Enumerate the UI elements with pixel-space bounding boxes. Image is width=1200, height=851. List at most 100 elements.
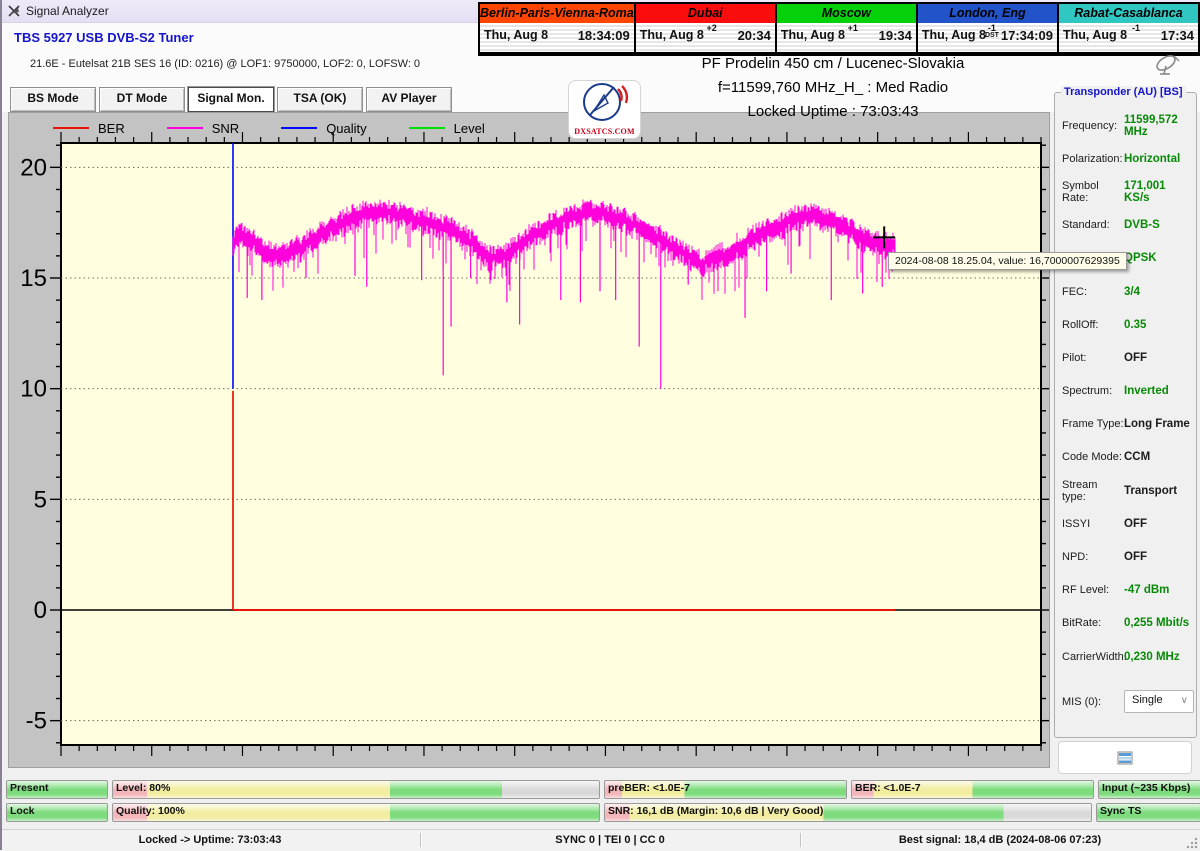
tuner-name: TBS 5927 USB DVB-S2 Tuner (14, 30, 194, 45)
transponder-label: NPD: (1062, 551, 1089, 564)
mis-dropdown[interactable]: Single ∨ (1124, 690, 1194, 714)
window-title: Signal Analyzer (26, 4, 109, 18)
svg-text:10: 10 (20, 376, 47, 403)
signal-chart[interactable]: BER SNR Quality Level 20 15 10 5 0 -5 (8, 112, 1050, 768)
tab-bs-mode[interactable]: BS Mode (10, 87, 96, 112)
transponder-label: FEC: (1062, 285, 1088, 298)
chart-legend: BER SNR Quality Level (53, 118, 527, 138)
transponder-row: Stream type: Transport (1062, 474, 1194, 507)
monitor-bar-row-2: Lock Quality: 100% SNR: 16,1 dB (Margin: 1… (6, 803, 1200, 822)
tab-signal-mon-[interactable]: Signal Mon. (188, 87, 274, 112)
transponder-value: -47 dBm (1124, 584, 1170, 597)
transponder-label: Frame Type: (1062, 418, 1124, 431)
clock-time-cell: Thu, Aug 8 17:34 -1 (1058, 23, 1198, 52)
chart-tooltip: 2024-08-08 18.25.04, value: 16,700000762… (888, 252, 1127, 270)
transponder-label: Frequency: (1062, 119, 1118, 132)
tab-tsa-ok-[interactable]: TSA (OK) (277, 87, 363, 112)
clock-rabat-casablanca: Rabat-Casablanca Thu, Aug 8 17:34 -1 (1058, 4, 1198, 52)
tab-dt-mode[interactable]: DT Mode (99, 87, 185, 112)
app-icon (8, 5, 20, 17)
monitor-bar-label: SNR: 16,1 dB (Margin: 10,6 dB | Very Goo… (608, 805, 824, 817)
transponder-label: Code Mode: (1062, 451, 1122, 464)
transponder-value: 0,255 Mbit/s (1124, 617, 1190, 630)
monitor-bar-label: Input (~235 Kbps) (1102, 782, 1191, 794)
site-label: PF Prodelin 450 cm / Lucenec-Slovakia (701, 55, 965, 72)
tab-av-player[interactable]: AV Player (366, 87, 452, 112)
transponder-value: DVB-S (1124, 219, 1160, 232)
monitor-bar-lock: Lock (6, 803, 108, 822)
transponder-label: Standard: (1062, 219, 1110, 232)
clock-london-eng: London, Eng Thu, Aug 8 17:34:09 -1 DST (917, 4, 1059, 52)
monitor-bar-label: preBER: <1.0E-7 (608, 782, 690, 794)
lnb-settings-line: 21.6E - Eutelsat 21B SES 16 (ID: 0216) @… (30, 58, 421, 70)
transponder-label: Spectrum: (1062, 385, 1113, 398)
monitor-bar-present: Present (6, 780, 108, 799)
monitor-bar-label: Sync TS (1100, 805, 1142, 817)
clock-time-cell: Thu, Aug 8 20:34 +2 (635, 23, 775, 52)
transponder-label: CarrierWidth: (1062, 650, 1127, 663)
clock-city-label: Moscow (776, 4, 916, 23)
transponder-row: Frequency: 11599,572 MHz (1062, 109, 1194, 142)
transponder-row: RF Level: -47 dBm (1062, 574, 1194, 607)
transponder-row: Standard: DVB-S (1062, 209, 1194, 242)
transponder-label: BitRate: (1062, 617, 1102, 630)
transponder-value: Transport (1124, 484, 1178, 497)
monitor-bar-label: Lock (10, 805, 35, 817)
mode-toolbar: BS Mode DT Mode Signal Mon. TSA (OK) AV Play… (10, 87, 452, 112)
transponder-value: 3/4 (1124, 285, 1140, 298)
transponder-value: Inverted (1124, 385, 1169, 398)
transponder-value: OFF (1124, 551, 1147, 564)
mis-value: Single (1132, 694, 1163, 707)
transponder-row: NPD: OFF (1062, 540, 1194, 573)
chevron-down-icon: ∨ (1180, 695, 1188, 707)
monitor-bar-preber: preBER: <1.0E-7 (604, 780, 847, 799)
dxsatcs-logo-text: DXSATCS.COM (574, 127, 635, 136)
status-sync: SYNC 0 | TEI 0 | CC 0 (555, 834, 665, 846)
transponder-value: OFF (1124, 351, 1147, 364)
status-divider (800, 833, 802, 847)
transponder-panel-title: Transponder (AU) [BS] (1061, 86, 1186, 98)
monitor-bar-label: Present (10, 782, 49, 794)
status-best-signal: Best signal: 18,4 dB (2024-08-06 07:23) (898, 834, 1102, 846)
stream-list-button[interactable] (1058, 741, 1192, 774)
clock-city-label: Dubai (635, 4, 775, 23)
frequency-label: f=11599,760 MHz_H_ : Med Radio (717, 79, 949, 96)
transponder-row: BitRate: 0,255 Mbit/s (1062, 607, 1194, 640)
clock-berlin-paris-vienna-roma: Berlin-Paris-Vienna-Roma Thu, Aug 8 18:34:… (480, 4, 636, 52)
transponder-row: Spectrum: Inverted (1062, 375, 1194, 408)
mis-label: MIS (0): (1062, 695, 1102, 708)
svg-text:-5: -5 (26, 708, 47, 735)
monitor-bar-level: Level: 80% (112, 780, 600, 799)
transponder-value: Horizontal (1124, 152, 1181, 165)
clock-city-label: Berlin-Paris-Vienna-Roma (480, 4, 634, 23)
world-clock-panel: Berlin-Paris-Vienna-Roma Thu, Aug 8 18:34:… (478, 2, 1200, 54)
uptime-label: Locked Uptime : 73:03:43 (747, 103, 919, 120)
clock-dubai: Dubai Thu, Aug 8 20:34 +2 (635, 4, 777, 52)
transponder-panel: Transponder (AU) [BS] Frequency: 11599,57… (1054, 86, 1197, 738)
resize-grip[interactable] (1186, 837, 1198, 849)
monitor-bar-row-1: Present Level: 80% preBER: <1.0E-7 BER: <1.… (6, 780, 1200, 799)
svg-text:5: 5 (34, 486, 47, 513)
transponder-row: Code Mode: CCM (1062, 441, 1194, 474)
transponder-row: FEC: 3/4 (1062, 275, 1194, 308)
transponder-row: Polarization: Horizontal (1062, 142, 1194, 175)
transponder-value: Long Frame (1124, 418, 1190, 431)
monitor-bar-quality: Quality: 100% (112, 803, 600, 822)
center-header: PF Prodelin 450 cm / Lucenec-Slovakia f=… (628, 55, 1038, 127)
transponder-value: 0.35 (1124, 318, 1147, 331)
legend-label-quality: Quality (326, 120, 367, 136)
transponder-label: RollOff: (1062, 318, 1099, 331)
chart-plot-area[interactable]: 20 15 10 5 0 -5 (9, 113, 1049, 767)
svg-text:15: 15 (20, 265, 47, 292)
clock-city-label: London, Eng (917, 4, 1057, 23)
transponder-value: 11599,572 MHz (1124, 113, 1178, 138)
transponder-label: Symbol Rate: (1062, 179, 1099, 204)
clock-time-cell: Thu, Aug 8 18:34:09 (480, 23, 634, 52)
legend-swatch-quality (281, 127, 318, 129)
satellite-icon (1156, 55, 1180, 75)
legend-label-snr: SNR (211, 120, 240, 136)
transponder-row: Frame Type: Long Frame (1062, 408, 1194, 441)
monitor-bar-input-235-kbps-: Input (~235 Kbps) (1098, 780, 1200, 799)
svg-text:20: 20 (20, 154, 47, 181)
transponder-label: RF Level: (1062, 584, 1110, 597)
